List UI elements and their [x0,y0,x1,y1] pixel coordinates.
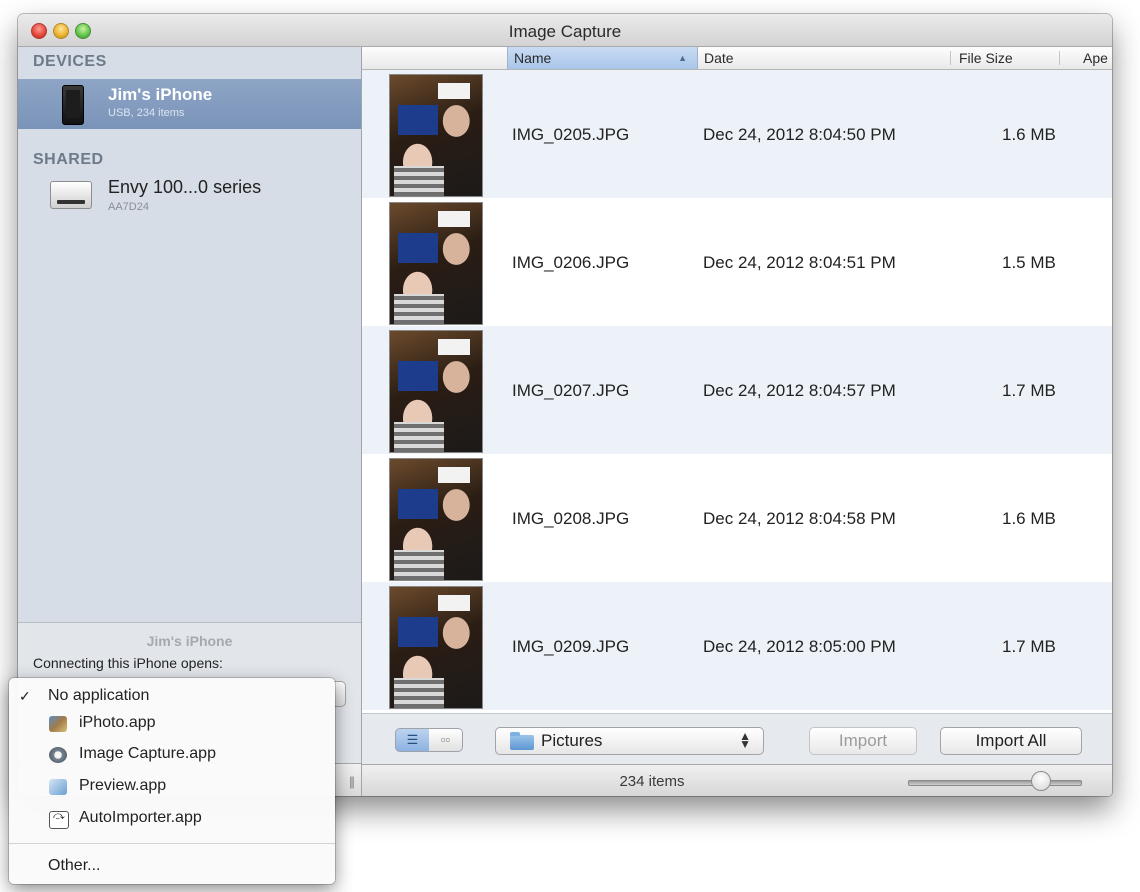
photo-thumbnail [389,74,483,197]
slider-knob[interactable] [1031,771,1052,791]
shared-heading: SHARED [33,151,104,168]
column-header: Name ▲ Date File Size Ape [362,47,1112,70]
open-application-menu: ✓ No application iPhoto.app Image Captur… [9,678,335,884]
sort-ascending-icon: ▲ [678,53,687,63]
preview-icon [49,779,67,795]
file-date: Dec 24, 2012 8:04:51 PM [703,253,896,272]
folder-icon [510,732,534,750]
column-aperture[interactable]: Ape [1083,50,1108,66]
menu-item-label: AutoImporter.app [79,809,202,826]
file-name: IMG_0207.JPG [512,381,630,400]
file-name: IMG_0208.JPG [512,509,630,528]
file-size: 1.7 MB [1002,637,1056,656]
panel-device-title: Jim's iPhone [146,633,233,649]
menu-item-autoimporter[interactable]: AutoImporter.app [9,804,335,834]
list-view-icon[interactable]: ☰ [395,728,430,752]
menu-item-image-capture[interactable]: Image Capture.app [9,740,335,770]
connect-opens-label: Connecting this iPhone opens: [33,655,223,671]
file-date: Dec 24, 2012 8:04:58 PM [703,509,896,528]
file-list[interactable]: IMG_0205.JPG Dec 24, 2012 8:04:50 PM 1.6… [362,70,1112,713]
file-size: 1.6 MB [1002,509,1056,528]
table-row[interactable]: IMG_0205.JPG Dec 24, 2012 8:04:50 PM 1.6… [362,70,1112,198]
file-size: 1.7 MB [1002,381,1056,400]
menu-item-label: Preview.app [79,777,167,794]
menu-item-label: No application [48,687,150,704]
devices-heading: DEVICES [33,53,107,70]
file-name: IMG_0206.JPG [512,253,630,272]
file-date: Dec 24, 2012 8:04:57 PM [703,381,896,400]
import-all-button[interactable]: Import All [940,727,1082,755]
file-date: Dec 24, 2012 8:04:50 PM [703,125,896,144]
menu-item-other[interactable]: Other... [9,852,335,882]
grid-view-icon[interactable]: ▫▫ [429,728,463,752]
column-name-label: Name [514,50,552,66]
table-row[interactable]: IMG_0207.JPG Dec 24, 2012 8:04:57 PM 1.7… [362,326,1112,454]
printer-icon [50,175,92,209]
shared-device-subtitle: AA7D24 [108,201,149,213]
iphoto-icon [49,716,67,732]
image-capture-icon [49,747,67,763]
file-size: 1.6 MB [1002,125,1056,144]
column-name[interactable]: Name ▲ [507,47,698,69]
destination-label: Pictures [541,731,603,750]
title-bar[interactable]: Image Capture [18,14,1112,47]
photo-thumbnail [389,586,483,709]
autoimporter-icon [49,810,69,829]
import-destination-select[interactable]: Pictures ▲ ▼ [495,727,764,755]
status-bar: 234 items [362,764,1112,796]
file-name: IMG_0209.JPG [512,637,630,656]
photo-thumbnail [389,330,483,453]
checkmark-icon: ✓ [19,688,31,704]
import-button[interactable]: Import [809,727,917,755]
file-name: IMG_0205.JPG [512,125,630,144]
resize-grip-icon[interactable]: ||| [349,774,355,789]
photo-thumbnail [389,202,483,325]
sidebar-item-iphone[interactable]: Jim's iPhone USB, 234 items [18,79,361,129]
column-date[interactable]: Date [704,50,734,66]
popup-arrows-icon: ▲ ▼ [739,729,751,751]
menu-item-no-application[interactable]: ✓ No application [9,682,335,712]
shared-device-name: Envy 100...0 series [108,177,262,197]
file-date: Dec 24, 2012 8:05:00 PM [703,637,896,656]
menu-item-iphoto[interactable]: iPhoto.app [9,709,335,739]
thumbnail-size-slider[interactable] [908,780,1082,786]
menu-item-preview[interactable]: Preview.app [9,772,335,802]
menu-separator [9,843,335,844]
device-name: Jim's iPhone [108,85,213,104]
menu-item-label: iPhoto.app [79,714,156,731]
items-count: 234 items [619,773,685,790]
table-row[interactable]: IMG_0209.JPG Dec 24, 2012 8:05:00 PM 1.7… [362,582,1112,710]
menu-item-label: Other... [48,857,101,874]
file-size: 1.5 MB [1002,253,1056,272]
column-file-size[interactable]: File Size [959,50,1013,66]
table-row[interactable]: IMG_0208.JPG Dec 24, 2012 8:04:58 PM 1.6… [362,454,1112,582]
bottom-toolbar: ☰ ▫▫ Pictures ▲ ▼ Import Import All [362,713,1112,764]
device-subtitle: USB, 234 items [108,107,185,119]
window-title: Image Capture [508,22,622,41]
menu-item-label: Image Capture.app [79,745,216,762]
table-row[interactable]: IMG_0206.JPG Dec 24, 2012 8:04:51 PM 1.5… [362,198,1112,326]
photo-thumbnail [389,458,483,581]
iphone-icon [62,85,84,125]
file-browser: Name ▲ Date File Size Ape IMG_0205.JPG D… [362,47,1112,796]
